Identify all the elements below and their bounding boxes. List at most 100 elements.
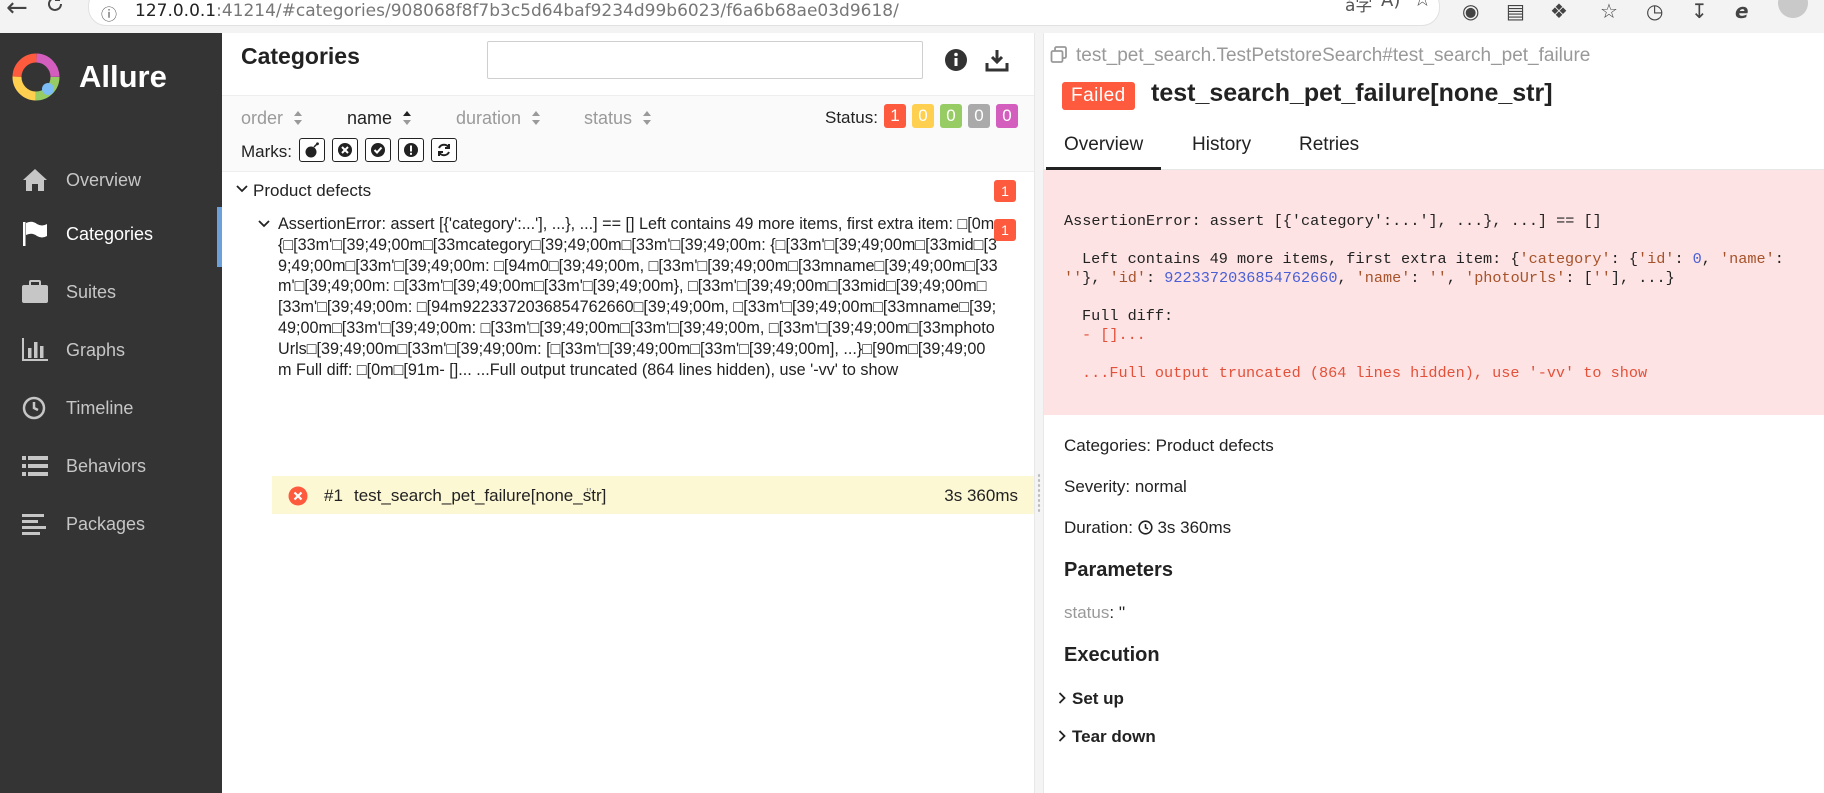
sorter-status[interactable]: status (584, 108, 652, 129)
sidebar-item-timeline[interactable]: Timeline (0, 381, 222, 429)
status-filter-unknown[interactable]: 0 (996, 104, 1018, 128)
parameters-heading: Parameters (1064, 559, 1173, 581)
search-input[interactable] (487, 41, 923, 79)
test-number: #1 (324, 486, 343, 505)
sorter-bar: order name duration status Status: 1 0 0… (222, 95, 1034, 134)
failed-status-icon (288, 486, 308, 506)
status-filter-broken[interactable]: 0 (912, 104, 934, 128)
chevron-right-icon (1058, 730, 1066, 742)
chevron-right-icon (1058, 692, 1066, 704)
edge-icon[interactable]: e (1735, 0, 1749, 23)
marks-bar: Marks: (222, 133, 1034, 172)
favorite-star-icon[interactable]: ☆ (1413, 0, 1432, 11)
status-badge: Failed (1062, 82, 1135, 110)
home-icon (23, 169, 47, 191)
duration-info: Duration: 3s 360ms (1064, 518, 1232, 537)
sidebar-item-label: Timeline (66, 398, 134, 418)
defect-count-badge: 1 (994, 219, 1016, 241)
sorter-duration[interactable]: duration (456, 108, 541, 129)
teardown-step[interactable]: Tear down (1058, 727, 1156, 747)
tab-overview[interactable]: Overview (1045, 134, 1162, 170)
status-filter-failed[interactable]: 1 (884, 104, 906, 128)
setup-step[interactable]: Set up (1058, 689, 1124, 709)
mark-new-broken-button[interactable] (398, 138, 424, 162)
sort-icon (643, 111, 652, 125)
sidebar-item-overview[interactable]: Overview (0, 153, 222, 201)
back-arrow-icon[interactable]: ← (6, 0, 28, 22)
sidebar-item-behaviors[interactable]: Behaviors (0, 439, 222, 487)
status-filter-passed[interactable]: 0 (940, 104, 962, 128)
defect-message: AssertionError: assert [{'category':...'… (278, 215, 998, 379)
category-group-product-defects[interactable]: Product defects 1 (222, 171, 1034, 209)
refresh-icon (438, 143, 450, 157)
align-left-icon (22, 514, 46, 535)
sorter-name[interactable]: name (347, 108, 412, 129)
defect-message-group[interactable]: AssertionError: assert [{'category':...'… (222, 209, 1034, 509)
error-line: ''}, 'id': 9223372036854762660, 'name': … (1064, 269, 1675, 287)
sort-icon (403, 111, 412, 125)
browser-toolbar: ← ⓘ 127.0.0.1:41214/#categories/908068f8… (0, 0, 1824, 34)
mark-new-failed-button[interactable] (332, 138, 358, 162)
test-name: test_search_pet_failure[none_str] (354, 486, 607, 505)
marks-label: Marks: (241, 142, 292, 161)
translate-icon[interactable]: á字 (1345, 0, 1372, 16)
downloads-icon[interactable]: ↧ (1691, 0, 1708, 23)
clock-icon (1138, 520, 1153, 535)
bar-chart-icon (22, 338, 48, 361)
extensions-puzzle-icon[interactable]: ❖ (1550, 0, 1568, 23)
status-filter-skipped[interactable]: 0 (968, 104, 990, 128)
categories-info: Categories: Product defects (1064, 436, 1274, 455)
mark-retries-button[interactable] (431, 138, 457, 162)
profile-avatar[interactable] (1778, 0, 1808, 18)
allure-logo-icon (12, 53, 60, 101)
mark-flaky-button[interactable] (299, 138, 325, 162)
sidebar-item-categories[interactable]: Categories (0, 207, 222, 267)
download-icon[interactable] (984, 48, 1010, 72)
status-filter-label: Status: (825, 108, 878, 127)
tab-retries[interactable]: Retries (1299, 134, 1359, 156)
check-circle-icon (371, 143, 385, 157)
flag-icon (23, 221, 47, 246)
sidebar-item-suites[interactable]: Suites (0, 265, 222, 313)
refresh-icon[interactable] (45, 0, 65, 14)
sidebar-item-graphs[interactable]: Graphs (0, 323, 222, 371)
execution-heading: Execution (1064, 644, 1160, 666)
site-info-icon[interactable]: ⓘ (101, 1, 117, 25)
error-line: AssertionError: assert [{'category':...'… (1064, 212, 1602, 230)
category-group-title: Product defects (253, 181, 372, 200)
sidebar-item-label: Graphs (66, 340, 126, 360)
test-title: test_search_pet_failure[none_str] (1151, 79, 1553, 107)
sidebar-item-label: Packages (66, 514, 146, 534)
bomb-icon (305, 142, 319, 158)
brand-name: Allure (79, 59, 167, 94)
logo-row[interactable]: Allure (0, 33, 222, 119)
parameter-row: status: '' (1064, 603, 1126, 622)
tab-history[interactable]: History (1192, 134, 1251, 156)
error-line: - []... (1082, 326, 1146, 344)
sorter-order[interactable]: order (241, 108, 303, 129)
times-circle-icon (338, 143, 352, 157)
extension-icon[interactable]: ◉ (1462, 0, 1479, 23)
severity-info: Severity: normal (1064, 477, 1187, 496)
read-aloud-icon[interactable]: A) (1381, 0, 1400, 11)
copy-icon[interactable] (1050, 46, 1068, 64)
exclamation-circle-icon (404, 143, 418, 157)
error-message-box: AssertionError: assert [{'category':...'… (1044, 170, 1824, 415)
reading-view-icon[interactable]: ▤ (1506, 0, 1525, 23)
list-icon (22, 456, 48, 476)
chevron-down-icon (258, 220, 270, 228)
sidebar-item-label: Categories (66, 224, 154, 244)
favorites-icon[interactable]: ☆ (1600, 0, 1618, 23)
pane-splitter[interactable] (1034, 33, 1044, 793)
test-result-row[interactable]: #1 test_search_pet_failure[none_str] '' … (272, 476, 1034, 514)
mark-new-passed-button[interactable] (365, 138, 391, 162)
sidebar-item-packages[interactable]: Packages (0, 497, 222, 545)
history-icon[interactable]: ◷ (1646, 0, 1663, 23)
sidebar-item-label: Suites (66, 282, 117, 302)
splitter-grip[interactable] (1037, 473, 1041, 513)
info-icon[interactable] (944, 48, 968, 72)
sort-icon (294, 111, 303, 125)
categories-panel: Categories order name duration status St… (222, 33, 1034, 793)
address-bar[interactable]: ⓘ 127.0.0.1:41214/#categories/908068f8f7… (88, 0, 1440, 26)
url-text[interactable]: 127.0.0.1:41214/#categories/908068f8f7b3… (135, 1, 899, 21)
